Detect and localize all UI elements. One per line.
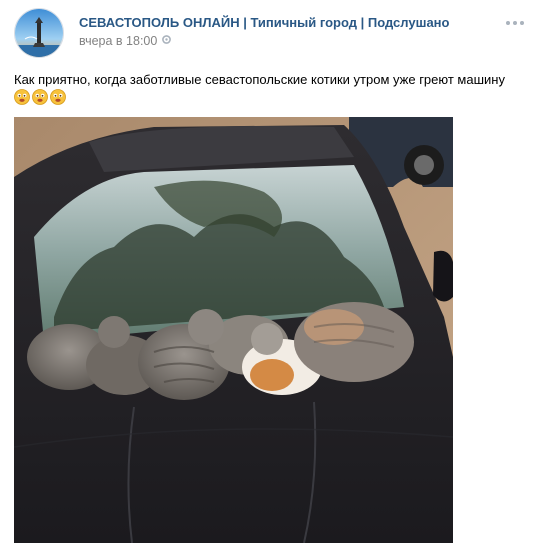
- smiling-face-emoji: [32, 89, 48, 105]
- post-photo[interactable]: [14, 117, 453, 543]
- group-name-link[interactable]: СЕВАСТОПОЛЬ ОНЛАЙН | Типичный город | По…: [79, 15, 449, 30]
- group-avatar[interactable]: [14, 8, 64, 58]
- gear-icon: [161, 34, 172, 48]
- emoji-row: [14, 89, 66, 105]
- smiling-face-emoji: [14, 89, 30, 105]
- post-time-text[interactable]: вчера в 18:00: [79, 34, 157, 48]
- post-time[interactable]: вчера в 18:00: [79, 34, 172, 48]
- more-dots-icon[interactable]: [505, 17, 525, 29]
- post-text: Как приятно, когда заботливые севастопол…: [14, 72, 505, 87]
- smiling-face-emoji: [50, 89, 66, 105]
